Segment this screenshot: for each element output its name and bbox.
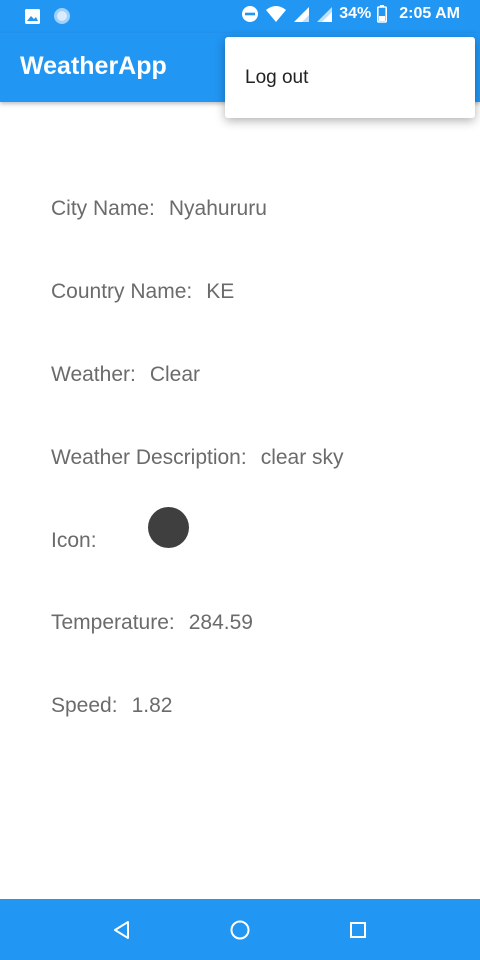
temperature-label: Temperature:	[51, 611, 175, 634]
temperature-value: 284.59	[188, 611, 253, 634]
country-label: Country Name:	[51, 280, 193, 303]
recents-icon	[350, 922, 366, 938]
icon-label: Icon:	[51, 529, 97, 552]
do-not-disturb-icon	[241, 5, 259, 23]
icon-row: Icon:	[51, 529, 97, 553]
battery-icon	[377, 5, 388, 23]
status-bar-left	[24, 7, 71, 30]
signal-icon	[293, 6, 310, 23]
weather-label: Weather:	[51, 363, 136, 386]
weather-icon-image	[148, 507, 189, 548]
country-value: KE	[206, 280, 235, 303]
image-icon	[24, 8, 41, 30]
weather-row: Weather: Clear	[51, 363, 200, 387]
menu-item-log-out[interactable]: Log out	[245, 67, 308, 89]
back-button[interactable]	[109, 917, 135, 943]
country-row: Country Name: KE	[51, 280, 234, 304]
status-bar: 34% 2:05 AM	[0, 0, 480, 33]
city-label: City Name:	[51, 197, 155, 220]
weather-value: Clear	[149, 363, 201, 386]
recents-button[interactable]	[345, 917, 371, 943]
navigation-bar	[0, 899, 480, 960]
description-value: clear sky	[260, 446, 344, 469]
battery-percent: 34%	[339, 5, 372, 22]
home-button[interactable]	[227, 917, 253, 943]
screen: 34% 2:05 AM WeatherApp Log out City Name…	[0, 0, 480, 960]
status-time: 2:05 AM	[399, 5, 460, 22]
wifi-icon	[265, 5, 287, 23]
city-row: City Name: Nyahururu	[51, 197, 267, 221]
speed-value: 1.82	[131, 694, 173, 717]
circle-notification-icon	[53, 7, 71, 30]
overflow-menu: Log out	[225, 37, 475, 118]
home-icon	[230, 920, 250, 940]
signal-icon	[316, 6, 333, 23]
temperature-row: Temperature: 284.59	[51, 611, 253, 635]
description-row: Weather Description: clear sky	[51, 446, 344, 470]
app-title: WeatherApp	[20, 52, 167, 80]
status-bar-right: 34% 2:05 AM	[241, 5, 460, 23]
speed-label: Speed:	[51, 694, 118, 717]
speed-row: Speed: 1.82	[51, 694, 172, 718]
back-icon	[114, 921, 129, 939]
city-value: Nyahururu	[168, 197, 267, 220]
description-label: Weather Description:	[51, 446, 247, 469]
